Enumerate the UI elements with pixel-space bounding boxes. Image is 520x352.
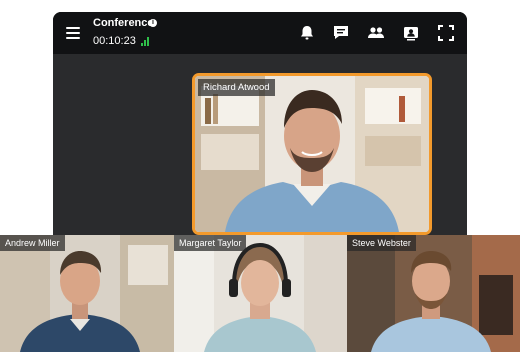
participant-name: Margaret Taylor [174,235,247,251]
participant-tile[interactable]: Margaret Taylor [174,235,347,352]
bell-icon[interactable] [297,23,317,43]
participants-icon[interactable] [366,23,386,43]
screen-share-icon[interactable] [401,23,421,43]
participant-name: Andrew Miller [0,235,65,251]
call-timer: 00:10:23 [93,35,136,47]
top-bar: Conference i 00:10:23 [53,12,467,54]
fullscreen-icon[interactable] [436,23,456,43]
conference-title: Conference [93,17,154,29]
participant-video [174,235,347,352]
main-speaker-name: Richard Atwood [198,79,275,96]
main-speaker-video[interactable]: Richard Atwood [192,73,432,235]
participant-video [0,235,174,352]
hamburger-menu-icon[interactable] [66,27,80,39]
signal-strength-icon [141,37,151,46]
participant-name: Steve Webster [347,235,416,251]
main-speaker-image [195,76,429,232]
chat-icon[interactable] [331,23,351,43]
info-icon[interactable]: i [149,19,157,27]
participant-tile[interactable]: Steve Webster [347,235,520,352]
participant-tile[interactable]: Andrew Miller [0,235,174,352]
participant-video [347,235,520,352]
